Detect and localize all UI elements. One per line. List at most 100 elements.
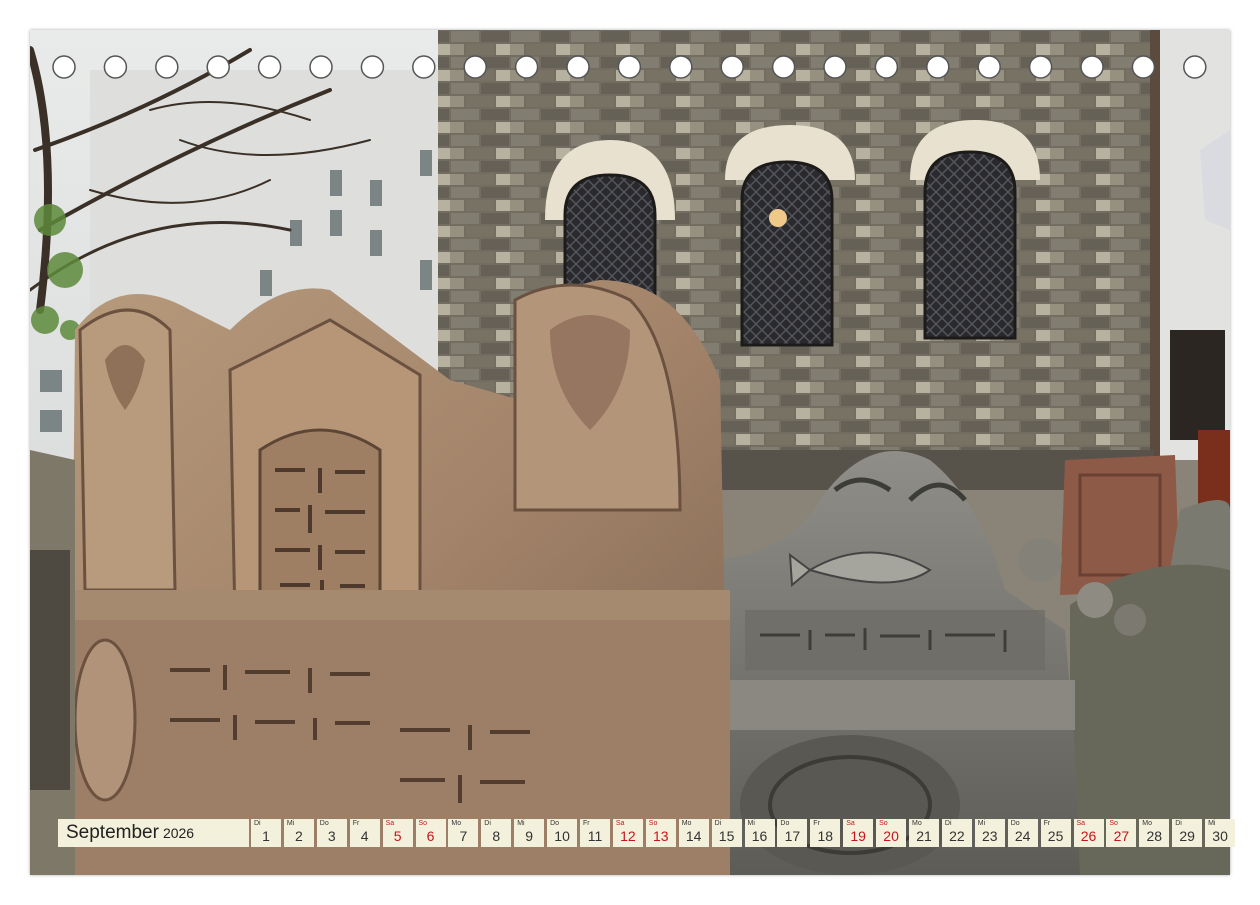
day-number: 22 [949,828,965,844]
weekday-label: Do [550,820,560,827]
weekday-label: Di [944,820,952,827]
day-number: 1 [262,828,270,844]
binding-hole [412,55,436,79]
day-number: 12 [620,828,636,844]
month-label: September 2026 [58,819,249,847]
day-number: 15 [718,828,735,844]
weekday-label: Di [484,820,491,827]
weekday-label: Mi [1208,820,1216,827]
day-cell: Sa 5 [382,819,413,847]
day-cell: Do 17 [777,819,808,847]
day-cell: Fr 25 [1040,819,1071,847]
day-number: 19 [850,828,866,844]
day-cell: Di 29 [1172,819,1203,847]
day-cell: Do 24 [1007,819,1038,847]
binding-hole [206,55,230,79]
binding-hole [669,55,693,79]
day-number: 14 [685,828,702,844]
weekday-label: So [879,820,888,827]
day-number: 24 [1014,828,1031,844]
weekday-label: Fr [583,820,590,827]
day-number: 9 [525,828,534,844]
day-cell: Fr 4 [349,819,380,847]
day-cell: Di 8 [481,819,512,847]
binding-hole [52,55,76,79]
day-number: 11 [587,828,603,844]
day-number: 8 [492,828,501,844]
day-number: 16 [751,828,768,844]
day-cell: So 20 [876,819,907,847]
binding-hole [1028,55,1053,79]
day-number: 25 [1047,828,1064,844]
day-number: 29 [1179,828,1195,844]
binding-hole [720,55,744,79]
calendar-page [30,30,1230,875]
weekday-label: Mo [681,820,692,827]
weekday-label: So [1109,820,1118,827]
day-cell: Di 22 [941,819,972,847]
day-number: 30 [1212,828,1228,844]
day-number: 6 [426,828,435,844]
weekday-label: So [648,820,658,827]
weekday-label: Di [714,820,722,827]
day-cell: Fr 11 [580,819,610,847]
calendar-strip: September 2026 Di 1 Mi 2 Do 3 Fr 4 Sa 5 So 6 Mo 7 Di 8 Mi… [30,817,1236,849]
day-number: 26 [1080,828,1097,844]
day-cell: Mi 16 [744,819,775,847]
day-cell: Fr 18 [810,819,841,847]
binding-hole [977,55,1001,79]
day-cell: Mi 9 [514,819,545,847]
binding-hole [155,55,179,79]
day-cell: Mo 21 [909,819,939,847]
day-cell: So 6 [415,819,446,847]
day-number: 10 [554,828,570,844]
day-cell: Mo 28 [1139,819,1170,847]
cemetery-photo [30,30,1230,875]
day-number: 27 [1113,828,1130,844]
weekday-label: So [418,820,428,827]
year-label: 2026 [162,825,195,841]
day-cell: Mo 7 [448,819,479,847]
binding-hole [926,55,950,79]
day-cell: So 27 [1106,819,1137,847]
binding-hole [1080,55,1104,79]
day-number: 23 [982,828,998,844]
weekday-label: Fr [813,820,820,827]
day-number: 18 [817,828,834,844]
binding-hole [309,55,333,79]
weekday-label: Sa [615,820,625,827]
weekday-label: Mo [1142,820,1153,827]
day-number: 2 [294,828,303,844]
binding-hole [823,55,847,79]
weekday-label: Do [1010,820,1020,827]
weekday-label: Do [780,820,790,827]
weekday-label: Mo [912,820,922,827]
weekday-label: Sa [846,820,855,827]
day-number: 17 [784,828,801,844]
day-cell: Di 1 [251,819,281,847]
weekday-label: Mo [451,820,462,827]
binding-hole [360,55,385,79]
weekday-label: Do [319,820,329,827]
day-number: 28 [1146,828,1163,844]
day-cell: Di 15 [711,819,742,847]
binding-hole [1183,55,1207,79]
binding-hole [874,55,899,79]
weekday-label: Di [1175,820,1182,827]
day-number: 3 [327,828,336,844]
weekday-label: Fr [352,820,360,827]
day-cell: Do 10 [547,819,578,847]
day-cell: Mo 14 [678,819,709,847]
binding-hole [617,55,642,79]
binding-hole [514,55,539,79]
day-cell: Do 3 [316,819,347,847]
day-number: 20 [883,828,899,844]
weekday-label: Di [254,820,261,827]
day-number: 13 [653,828,669,844]
day-number: 7 [459,828,468,844]
binding-hole [1131,55,1156,79]
weekday-label: Sa [1076,820,1086,827]
day-number: 4 [360,828,369,844]
binding-hole [103,55,128,79]
day-cell: Sa 26 [1073,819,1104,847]
